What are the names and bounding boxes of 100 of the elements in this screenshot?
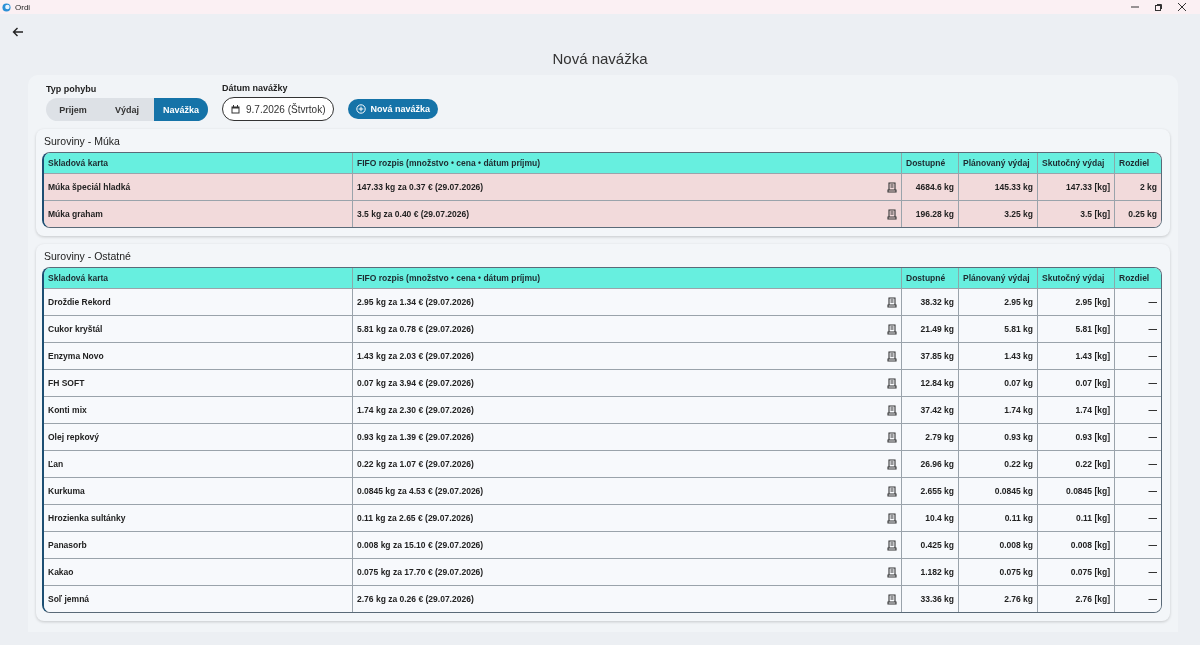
table-cell: — — [1114, 585, 1161, 612]
table-cell: 0.11 kg — [958, 504, 1037, 531]
table-cell: 0.425 kg — [901, 531, 958, 558]
table-cell: Cukor kryštál — [44, 315, 352, 342]
table-cell: 5.81 kg — [958, 315, 1037, 342]
fifo-text: 147.33 kg za 0.37 € (29.07.2026) — [357, 182, 484, 192]
table-cell: 147.33 [kg] — [1037, 173, 1114, 200]
table-cell: — — [1114, 477, 1161, 504]
table-cell: — — [1114, 450, 1161, 477]
table-cell: Panasorb — [44, 531, 352, 558]
app-logo-icon — [2, 2, 11, 12]
table-cell: 0.93 [kg] — [1037, 423, 1114, 450]
table-cell: — — [1114, 288, 1161, 315]
table-cell: 3.25 kg — [958, 200, 1037, 227]
table-cell: 37.85 kg — [901, 342, 958, 369]
fifo-text: 2.95 kg za 1.34 € (29.07.2026) — [357, 297, 474, 307]
column-header: Rozdiel — [1114, 153, 1161, 173]
column-header: Skladová karta — [44, 268, 352, 288]
table-cell: 26.96 kg — [901, 450, 958, 477]
table-cell: 0.008 kg — [958, 531, 1037, 558]
table-cell: 0.0845 [kg] — [1037, 477, 1114, 504]
table-cell: 145.33 kg — [958, 173, 1037, 200]
column-header: Skutočný výdaj — [1037, 268, 1114, 288]
section-title: Suroviny - Ostatné — [44, 250, 132, 262]
table-cell: 2 kg — [1114, 173, 1161, 200]
fifo-text: 0.11 kg za 2.65 € (29.07.2026) — [357, 513, 474, 523]
receipt-icon[interactable] — [887, 208, 897, 220]
table-cell: — — [1114, 315, 1161, 342]
table-cell: 1.74 kg — [958, 396, 1037, 423]
filter-label: Dátum navážky — [222, 83, 289, 93]
receipt-icon[interactable] — [887, 296, 897, 308]
table-cell: 2.76 kg — [958, 585, 1037, 612]
filter-label: Typ pohybu — [46, 84, 98, 94]
table-cell: Kakao — [44, 558, 352, 585]
table-cell: 0.075 kg — [958, 558, 1037, 585]
receipt-icon[interactable] — [887, 485, 897, 497]
column-header: FIFO rozpis (množstvo • cena • dátum príjmu) — [352, 268, 901, 288]
table-cell: — — [1114, 396, 1161, 423]
close-icon[interactable] — [1178, 3, 1186, 11]
fifo-text: 0.0845 kg za 4.53 € (29.07.2026) — [357, 486, 484, 496]
table-cell: Droždie Rekord — [44, 288, 352, 315]
receipt-icon[interactable] — [887, 350, 897, 362]
table-cell: 5.81 [kg] — [1037, 315, 1114, 342]
table-cell: 0.22 [kg] — [1037, 450, 1114, 477]
page-title: Nová navážka — [551, 50, 649, 69]
table-cell: 2.76 [kg] — [1037, 585, 1114, 612]
fifo-text: 0.075 kg za 17.70 € (29.07.2026) — [357, 567, 484, 577]
table-cell: 1.43 [kg] — [1037, 342, 1114, 369]
column-header: Plánovaný výdaj — [958, 153, 1037, 173]
segment-tab[interactable]: Výdaj — [100, 98, 154, 121]
table-cell: — — [1114, 423, 1161, 450]
table-cell: — — [1114, 531, 1161, 558]
table-cell: 21.49 kg — [901, 315, 958, 342]
table-cell: — — [1114, 369, 1161, 396]
column-header: FIFO rozpis (množstvo • cena • dátum príjmu) — [352, 153, 901, 173]
table-cell: 12.84 kg — [901, 369, 958, 396]
plus-circle-icon — [356, 104, 367, 114]
table-cell: 1.74 [kg] — [1037, 396, 1114, 423]
receipt-icon[interactable] — [887, 539, 897, 551]
fifo-text: 1.43 kg za 2.03 € (29.07.2026) — [357, 351, 474, 361]
receipt-icon[interactable] — [887, 593, 897, 605]
table-cell: Enzyma Novo — [44, 342, 352, 369]
table-cell: — — [1114, 342, 1161, 369]
table-cell: Kurkuma — [44, 477, 352, 504]
table-cell: Soľ jemná — [44, 585, 352, 612]
date-field[interactable]: 9.7.2026 (Štvrtok) — [222, 97, 335, 121]
receipt-icon[interactable] — [887, 431, 897, 443]
receipt-icon[interactable] — [887, 377, 897, 389]
table-cell: 1.182 kg — [901, 558, 958, 585]
table-cell: 2.95 kg — [958, 288, 1037, 315]
receipt-icon[interactable] — [887, 323, 897, 335]
table-cell: 4684.6 kg — [901, 173, 958, 200]
back-button[interactable] — [10, 25, 26, 39]
restore-icon[interactable] — [1155, 3, 1162, 11]
table-cell: 38.32 kg — [901, 288, 958, 315]
fifo-text: 0.22 kg za 1.07 € (29.07.2026) — [357, 459, 474, 469]
receipt-icon[interactable] — [887, 404, 897, 416]
window-title: Ordi — [15, 2, 31, 12]
table-cell: 0.0845 kg — [958, 477, 1037, 504]
fifo-text: 1.74 kg za 2.30 € (29.07.2026) — [357, 405, 474, 415]
new-weighing-button[interactable]: Nová navážka — [348, 99, 439, 119]
receipt-icon[interactable] — [887, 458, 897, 470]
table-cell: 1.43 kg — [958, 342, 1037, 369]
column-header: Plánovaný výdaj — [958, 268, 1037, 288]
table-cell: 0.22 kg — [958, 450, 1037, 477]
fifo-text: 0.07 kg za 3.94 € (29.07.2026) — [357, 378, 474, 388]
table-cell: Olej repkový — [44, 423, 352, 450]
table-cell: 3.5 [kg] — [1037, 200, 1114, 227]
table-cell: — — [1114, 558, 1161, 585]
receipt-icon[interactable] — [887, 512, 897, 524]
segment-tab[interactable]: Navážka — [154, 98, 208, 121]
table-cell: FH SOFT — [44, 369, 352, 396]
table-cell: Ľan — [44, 450, 352, 477]
receipt-icon[interactable] — [887, 181, 897, 193]
segment-tab[interactable]: Prijem — [46, 98, 100, 121]
section-title: Suroviny - Múka — [44, 135, 121, 147]
column-header: Skladová karta — [44, 153, 352, 173]
receipt-icon[interactable] — [887, 566, 897, 578]
column-header: Skutočný výdaj — [1037, 153, 1114, 173]
table-cell: 0.11 [kg] — [1037, 504, 1114, 531]
